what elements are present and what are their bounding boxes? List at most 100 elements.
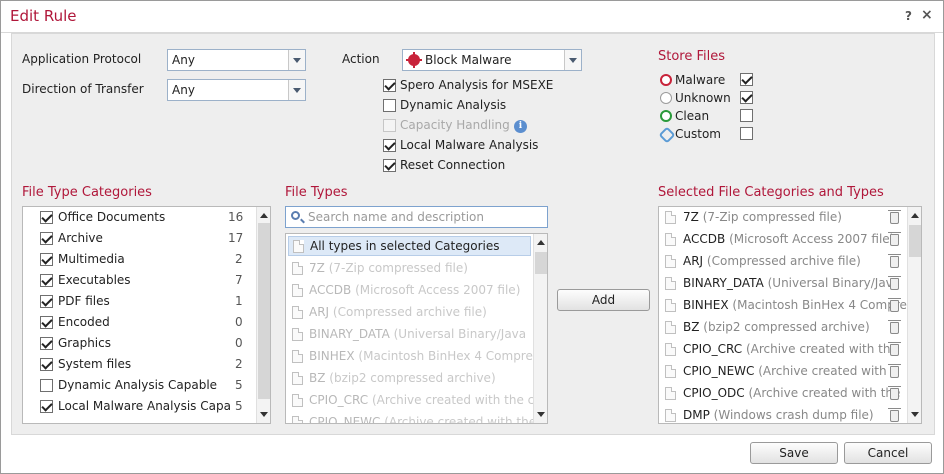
trash-icon[interactable] (888, 254, 901, 268)
store-clean-checkbox[interactable] (740, 109, 753, 122)
selected-name: ARJ (683, 254, 704, 268)
store-unknown-label: Unknown (675, 91, 731, 105)
categories-scrollbar[interactable] (256, 207, 270, 423)
list-item[interactable]: Multimedia 2 (23, 249, 257, 270)
selected-name: 7Z (683, 210, 699, 224)
category-checkbox[interactable] (40, 211, 53, 224)
document-icon (665, 387, 676, 400)
list-item[interactable]: ARJ (Compressed archive file) (286, 302, 534, 323)
trash-icon[interactable] (888, 408, 901, 422)
trash-icon[interactable] (888, 364, 901, 378)
trash-icon[interactable] (888, 320, 901, 334)
document-icon (665, 255, 676, 268)
category-checkbox[interactable] (40, 316, 53, 329)
spero-checkbox[interactable] (383, 79, 396, 92)
scroll-up-icon[interactable] (537, 240, 545, 245)
block-malware-icon (406, 52, 422, 68)
file-type-name: ACCDB (309, 283, 352, 297)
category-checkbox[interactable] (40, 337, 53, 350)
scroll-thumb[interactable] (258, 223, 270, 399)
add-button[interactable]: Add (557, 289, 650, 311)
list-item[interactable]: Graphics 0 (23, 333, 257, 354)
cancel-button[interactable]: Cancel (844, 442, 932, 464)
app-protocol-value: Any (172, 53, 195, 67)
list-item[interactable]: Dynamic Analysis Capable 5 (23, 375, 257, 396)
category-checkbox[interactable] (40, 274, 53, 287)
malware-icon (660, 74, 672, 86)
file-type-desc: (Microsoft Access 2007 file) (355, 283, 521, 297)
selected-name: CPIO_CRC (683, 342, 743, 356)
local-malware-label: Local Malware Analysis (400, 138, 539, 152)
direction-label: Direction of Transfer (22, 82, 144, 96)
list-item[interactable]: BZ (bzip2 compressed archive) (286, 368, 534, 389)
category-checkbox[interactable] (40, 295, 53, 308)
list-item: BZ (bzip2 compressed archive) (659, 317, 908, 338)
file-type-search-input[interactable]: Search name and description (285, 206, 548, 228)
trash-icon[interactable] (888, 232, 901, 246)
action-select[interactable]: Block Malware (402, 49, 582, 71)
list-item[interactable]: ACCDB (Microsoft Access 2007 file) (286, 280, 534, 301)
trash-icon[interactable] (888, 386, 901, 400)
list-item[interactable]: BINARY_DATA (Universal Binary/Java (286, 324, 534, 345)
file-types-scrollbar[interactable] (533, 234, 547, 423)
trash-icon[interactable] (888, 210, 901, 224)
file-types-list: All types in selected Categories 7Z (7-Z… (285, 233, 548, 424)
scroll-down-icon[interactable] (260, 412, 268, 417)
selected-scrollbar[interactable] (907, 207, 921, 423)
dialog-title: Edit Rule (10, 7, 77, 25)
document-icon (665, 277, 676, 290)
category-checkbox[interactable] (40, 232, 53, 245)
file-type-name: CPIO_CRC (309, 393, 369, 407)
scroll-down-icon[interactable] (911, 412, 919, 417)
scroll-thumb[interactable] (535, 252, 547, 274)
list-item[interactable]: System files 2 (23, 354, 257, 375)
app-protocol-select[interactable]: Any (167, 49, 306, 71)
document-icon (292, 328, 303, 341)
list-item[interactable]: CPIO_CRC (Archive created with the c (286, 390, 534, 411)
file-type-name: ARJ (309, 305, 330, 319)
close-button[interactable]: × (921, 7, 933, 23)
dynamic-analysis-checkbox[interactable] (383, 99, 396, 112)
save-button[interactable]: Save (750, 442, 838, 464)
list-item[interactable]: CPIO_NEWC (Archive created with the (286, 412, 534, 423)
store-custom-label: Custom (675, 127, 721, 141)
category-count: 7 (235, 273, 243, 287)
category-checkbox[interactable] (40, 358, 53, 371)
trash-icon[interactable] (888, 298, 901, 312)
scroll-thumb[interactable] (909, 225, 921, 257)
selected-desc: (Microsoft Access 2007 file) (729, 232, 895, 246)
store-custom-checkbox[interactable] (740, 127, 753, 140)
local-malware-checkbox[interactable] (383, 139, 396, 152)
all-types-item[interactable]: All types in selected Categories (288, 236, 531, 256)
list-item[interactable]: Local Malware Analysis Capab 5 (23, 396, 257, 417)
list-item: CPIO_NEWC (Archive created with t (659, 361, 908, 382)
trash-icon[interactable] (888, 342, 901, 356)
selected-desc: (Universal Binary/Jav (767, 276, 893, 290)
direction-select[interactable]: Any (167, 79, 306, 101)
scroll-down-icon[interactable] (537, 412, 545, 417)
scroll-up-icon[interactable] (260, 213, 268, 218)
file-type-name: BINARY_DATA (309, 327, 390, 341)
list-item[interactable]: Archive 17 (23, 228, 257, 249)
list-item[interactable]: BINHEX (Macintosh BinHex 4 Compres (286, 346, 534, 367)
list-item[interactable]: 7Z (7-Zip compressed file) (286, 258, 534, 279)
category-checkbox[interactable] (40, 400, 53, 413)
reset-connection-checkbox[interactable] (383, 159, 396, 172)
list-item[interactable]: Office Documents 16 (23, 207, 257, 228)
category-checkbox[interactable] (40, 253, 53, 266)
info-icon[interactable]: i (514, 120, 527, 133)
category-checkbox[interactable] (40, 379, 53, 392)
list-item[interactable]: Executables 7 (23, 270, 257, 291)
category-count: 1 (235, 294, 243, 308)
selected-desc: (Windows crash dump file) (713, 408, 874, 422)
store-malware-checkbox[interactable] (740, 73, 753, 86)
custom-icon (658, 126, 676, 144)
trash-icon[interactable] (888, 276, 901, 290)
store-unknown-checkbox[interactable] (740, 91, 753, 104)
list-item[interactable]: PDF files 1 (23, 291, 257, 312)
chevron-down-icon (288, 80, 305, 100)
help-button[interactable]: ? (905, 9, 912, 23)
scroll-up-icon[interactable] (911, 213, 919, 218)
list-item[interactable]: Encoded 0 (23, 312, 257, 333)
search-icon (291, 211, 300, 220)
